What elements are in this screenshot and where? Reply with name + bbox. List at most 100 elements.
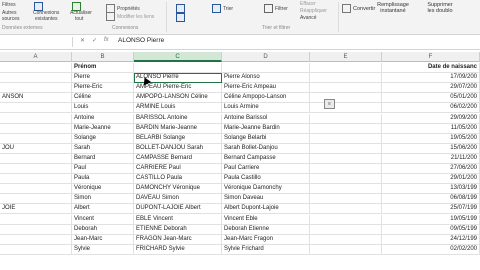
flash-fill-button[interactable]: Remplissage instantané [372, 2, 414, 14]
cell-e[interactable] [310, 204, 382, 215]
cell-a[interactable] [0, 113, 72, 124]
cell-f[interactable]: 25/07/199 [382, 204, 480, 215]
cell-e[interactable] [310, 224, 382, 235]
cell-f[interactable]: 21/11/200 [382, 153, 480, 164]
cell-d[interactable]: Paula Castillo [222, 174, 310, 185]
cell-a[interactable] [0, 224, 72, 235]
cell-b[interactable]: Solange [72, 133, 134, 144]
cell-a[interactable] [0, 153, 72, 164]
cell-b[interactable]: Véronique [72, 184, 134, 195]
enter-icon[interactable]: ✓ [92, 37, 97, 44]
sort-az-button[interactable] [176, 4, 187, 13]
cell-f[interactable]: 29/01/200 [382, 174, 480, 185]
cell-b[interactable]: Bernard [72, 153, 134, 164]
cell-c[interactable]: BARISSOL Antoine [134, 113, 222, 124]
cell-a[interactable] [0, 244, 72, 255]
cell-d[interactable]: Antoine Barissol [222, 113, 310, 124]
cell-c[interactable]: BOLLET-DANJOU Sarah [134, 143, 222, 154]
name-box[interactable] [0, 37, 73, 47]
cell-f[interactable]: 05/01/200 [382, 93, 480, 104]
cell-b[interactable]: Paul [72, 164, 134, 175]
cell[interactable] [134, 63, 222, 74]
cell-e[interactable] [310, 244, 382, 255]
cell-d[interactable]: Jean-Marc Fragon [222, 234, 310, 245]
sort-za-button[interactable] [176, 13, 187, 22]
cell-e[interactable] [310, 133, 382, 144]
cell-a[interactable] [0, 184, 72, 195]
cell-a[interactable] [0, 194, 72, 205]
cell-e[interactable] [310, 174, 382, 185]
cell-c[interactable]: AMPOPO-LANSON Céline [134, 93, 222, 104]
column-header-b[interactable]: B [72, 52, 134, 62]
cell-e[interactable] [310, 214, 382, 225]
ribbon-filters-label[interactable]: Filtres [2, 2, 16, 8]
cell-c[interactable]: DUPONT-LAJOIE Albert [134, 204, 222, 215]
cell-a[interactable] [0, 164, 72, 175]
remove-duplicates-button[interactable]: Supprimer les doublo [418, 2, 462, 14]
cell-e[interactable] [310, 143, 382, 154]
cell-f[interactable]: 27/06/200 [382, 164, 480, 175]
cell-f[interactable]: 09/05/199 [382, 224, 480, 235]
cell-f[interactable]: 15/06/200 [382, 143, 480, 154]
cell-a[interactable]: JOIE [0, 204, 72, 215]
cell-b[interactable]: Antoine [72, 113, 134, 124]
cell-a[interactable] [0, 123, 72, 134]
cell-d[interactable]: Sylvie Frichard [222, 244, 310, 255]
cell-d[interactable]: Vincent Eble [222, 214, 310, 225]
cell-b[interactable]: Sarah [72, 143, 134, 154]
cell-e[interactable] [310, 103, 382, 114]
cell-a[interactable] [0, 103, 72, 114]
cell-c[interactable]: CARRIERE Paul [134, 164, 222, 175]
cell-e[interactable] [310, 73, 382, 84]
cell-f[interactable]: 24/12/199 [382, 234, 480, 245]
cell-a[interactable]: JOU [0, 143, 72, 154]
cell-b[interactable]: Deborah [72, 224, 134, 235]
cell-header-prenom[interactable]: Prénom [72, 63, 134, 74]
cell-f[interactable]: 11/05/200 [382, 123, 480, 134]
cell-b[interactable]: Vincent [72, 214, 134, 225]
reapply-filter-button[interactable]: Réappliquer [300, 8, 327, 14]
edit-links-button[interactable]: Modifier les liens [106, 12, 154, 21]
cell-d[interactable]: Véronique Damonchy [222, 184, 310, 195]
cell-b[interactable]: Pierre [72, 73, 134, 84]
formula-input[interactable]: ALONSO Pierre [118, 37, 164, 44]
cell-d[interactable]: Pierre-Eric Ampeau [222, 83, 310, 94]
cell-c[interactable]: BARDIN Marie-Jeanne [134, 123, 222, 134]
cell-b[interactable]: Paula [72, 174, 134, 185]
cell-a[interactable] [0, 83, 72, 94]
cell-d[interactable]: Albert Dupont-Lajoie [222, 204, 310, 215]
cell-f[interactable]: 19/05/200 [382, 133, 480, 144]
cell-d[interactable]: Marie-Jeanne Bardin [222, 123, 310, 134]
cell-e[interactable] [310, 164, 382, 175]
cell-b[interactable]: Simon [72, 194, 134, 205]
cell-f[interactable]: 13/03/199 [382, 184, 480, 195]
cell-f[interactable]: 29/09/200 [382, 113, 480, 124]
cell-e[interactable] [310, 93, 382, 104]
cell-e[interactable] [310, 123, 382, 134]
cell-e[interactable] [310, 194, 382, 205]
cell-c[interactable]: DAVEAU Simon [134, 194, 222, 205]
cell-f[interactable]: 19/05/199 [382, 214, 480, 225]
cell-a[interactable] [0, 214, 72, 225]
cell-f[interactable]: 06/08/199 [382, 194, 480, 205]
cell-b[interactable]: Albert [72, 204, 134, 215]
cell-c[interactable]: CASTILLO Paula [134, 174, 222, 185]
cell-b[interactable]: Marie-Jeanne [72, 123, 134, 134]
column-header-e[interactable]: E [310, 52, 382, 62]
column-header-f[interactable]: F [382, 52, 480, 62]
cell-c[interactable]: FRICHARD Sylvie [134, 244, 222, 255]
cell-b[interactable]: Jean-Marc [72, 234, 134, 245]
cell-c[interactable]: ETIENNE Deborah [134, 224, 222, 235]
flash-fill-options-icon[interactable]: ≡ [324, 99, 335, 109]
cell-f[interactable]: 17/09/200 [382, 73, 480, 84]
cell-e[interactable] [310, 153, 382, 164]
cell[interactable] [222, 63, 310, 74]
cancel-icon[interactable]: ✕ [80, 37, 85, 44]
cell-a[interactable] [0, 133, 72, 144]
cell-b[interactable]: Céline [72, 93, 134, 104]
column-header-d[interactable]: D [222, 52, 310, 62]
cell-f[interactable]: 02/02/200 [382, 244, 480, 255]
cell-a[interactable]: ANSON [0, 93, 72, 104]
cell-b[interactable]: Pierre-Eric [72, 83, 134, 94]
filter-button[interactable]: Filtrer [264, 4, 288, 13]
